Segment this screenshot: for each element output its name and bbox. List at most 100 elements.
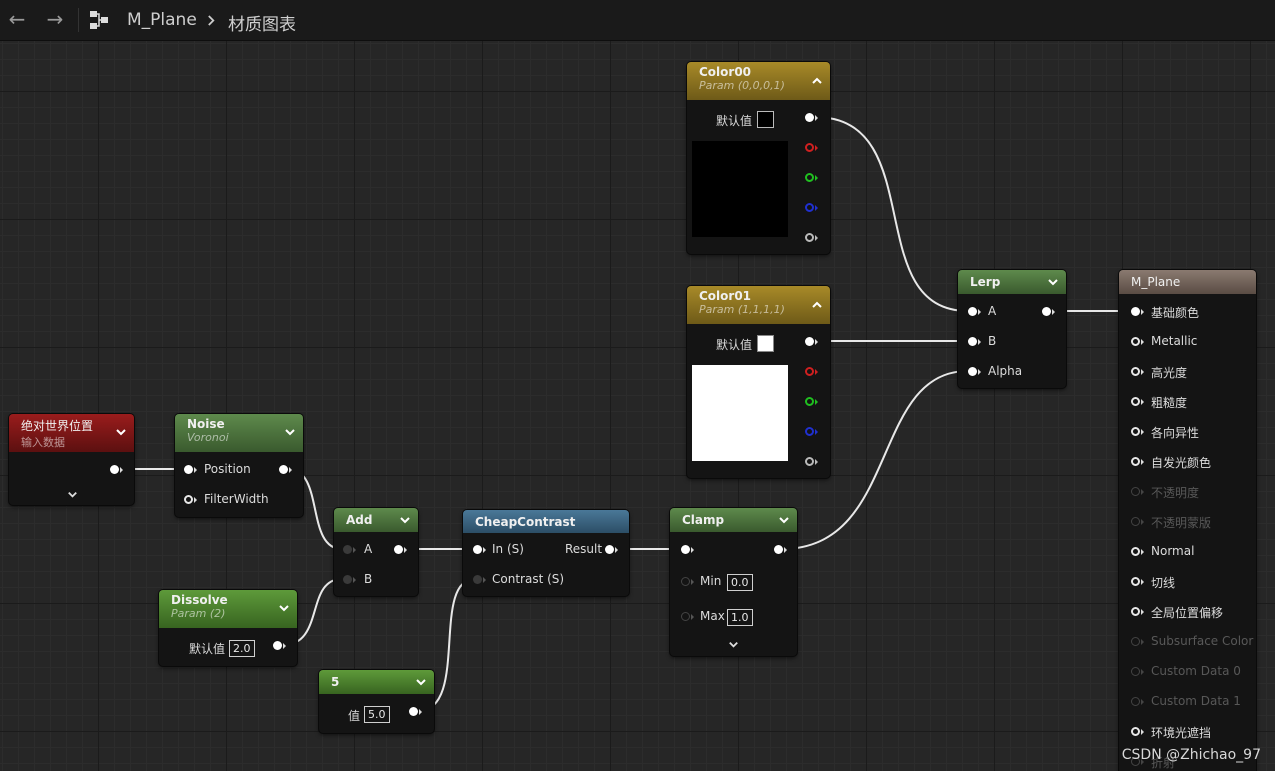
node-color00-header[interactable]: Color00 Param (0,0,0,1) — [687, 62, 830, 100]
breadcrumb-asset[interactable]: M_Plane — [127, 10, 197, 30]
noise-output-pin[interactable] — [279, 465, 288, 474]
arrow-icon — [1141, 519, 1144, 525]
clamp-input-pin[interactable] — [681, 545, 690, 554]
filterwidth-input-pin[interactable] — [184, 495, 193, 504]
result-input-pin[interactable] — [1131, 547, 1140, 556]
b-output-pin[interactable] — [805, 203, 814, 212]
material-graph-canvas[interactable]: Color00 Param (0,0,0,1) 默认值 Color01 Para… — [0, 0, 1275, 771]
arrow-icon — [615, 547, 618, 553]
node-lerp-header[interactable]: Lerp — [958, 270, 1066, 294]
r-output-pin[interactable] — [805, 143, 814, 152]
expand-chevron-icon[interactable] — [727, 638, 740, 651]
g-output-pin[interactable] — [805, 397, 814, 406]
in-input-pin[interactable] — [473, 545, 482, 554]
output-pin[interactable] — [110, 465, 119, 474]
result-input-pin[interactable] — [1131, 457, 1140, 466]
node-noise-header[interactable]: Noise Voronoi — [175, 414, 303, 452]
min-input-pin[interactable] — [681, 577, 690, 586]
node-constant-header[interactable]: 5 — [319, 670, 434, 694]
chevron-down-icon[interactable] — [1046, 275, 1060, 289]
arrow-left-icon[interactable]: ← — [6, 8, 28, 30]
add-output-pin[interactable] — [394, 545, 403, 554]
b-input-pin[interactable] — [343, 575, 352, 584]
default-value-field[interactable]: 2.0 — [229, 640, 255, 657]
contrast-input-pin[interactable] — [473, 575, 482, 584]
result-input-pin[interactable] — [1131, 727, 1140, 736]
result-input-pin[interactable] — [1131, 607, 1140, 616]
chevron-up-icon[interactable] — [810, 298, 824, 312]
b-input-pin[interactable] — [968, 337, 977, 346]
arrow-right-icon[interactable]: → — [44, 8, 66, 30]
chevron-down-icon[interactable] — [283, 425, 297, 439]
result-input-pin[interactable] — [1131, 667, 1140, 676]
constant-output-pin[interactable] — [409, 707, 418, 716]
node-subtitle: Param (1,1,1,1) — [699, 303, 785, 316]
arrow-icon — [1141, 429, 1144, 435]
result-input-pin[interactable] — [1131, 517, 1140, 526]
chevron-down-icon[interactable] — [398, 513, 412, 527]
node-absolute-world-position[interactable]: 绝对世界位置 输入数据 — [9, 414, 134, 505]
node-worldpos-header[interactable]: 绝对世界位置 输入数据 — [9, 414, 134, 452]
node-constant[interactable]: 5 值 5.0 — [319, 670, 434, 733]
chevron-up-icon[interactable] — [810, 74, 824, 88]
node-material-result[interactable]: M_Plane 基础颜色 Metallic 高光度 粗糙度 各向异性 自发光颜色 不透明度不… — [1119, 270, 1256, 771]
lerp-output-pin[interactable] — [1042, 307, 1051, 316]
node-dissolve-header[interactable]: Dissolve Param (2) — [159, 590, 297, 628]
node-cheapcontrast[interactable]: CheapContrast In (S) Result Contrast (S) — [463, 510, 629, 596]
arrow-icon — [1141, 459, 1144, 465]
g-output-pin[interactable] — [805, 173, 814, 182]
max-label: Max — [700, 609, 725, 623]
arrow-icon — [815, 369, 818, 375]
alpha-input-pin[interactable] — [968, 367, 977, 376]
result-input-pin[interactable] — [1131, 337, 1140, 346]
node-color00[interactable]: Color00 Param (0,0,0,1) 默认值 — [687, 62, 830, 254]
position-input-pin[interactable] — [184, 465, 193, 474]
chevron-down-icon[interactable] — [277, 601, 291, 615]
result-input-pin[interactable] — [1131, 427, 1140, 436]
min-value-field[interactable]: 0.0 — [727, 574, 753, 591]
chevron-down-icon[interactable] — [414, 675, 428, 689]
node-clamp[interactable]: Clamp Min 0.0 Max 1.0 — [670, 508, 797, 656]
a-input-pin[interactable] — [968, 307, 977, 316]
result-input-pin[interactable] — [1131, 397, 1140, 406]
max-input-pin[interactable] — [681, 612, 690, 621]
node-add-header[interactable]: Add — [334, 508, 418, 532]
node-dissolve[interactable]: Dissolve Param (2) 默认值 2.0 — [159, 590, 297, 666]
node-lerp[interactable]: Lerp A B Alpha — [958, 270, 1066, 388]
rgba-output-pin[interactable] — [805, 113, 814, 122]
clamp-output-pin[interactable] — [774, 545, 783, 554]
node-color01-header[interactable]: Color01 Param (1,1,1,1) — [687, 286, 830, 324]
rgba-output-pin[interactable] — [805, 337, 814, 346]
a-output-pin[interactable] — [805, 233, 814, 242]
node-title: 5 — [331, 675, 340, 689]
expand-chevron-icon[interactable] — [66, 488, 79, 501]
node-result-header[interactable]: M_Plane — [1119, 270, 1256, 294]
max-value-field[interactable]: 1.0 — [727, 609, 753, 626]
color-swatch[interactable] — [757, 111, 774, 128]
dissolve-output-pin[interactable] — [273, 641, 282, 650]
value-field[interactable]: 5.0 — [364, 706, 390, 723]
result-input-pin[interactable] — [1131, 577, 1140, 586]
breadcrumb-page[interactable]: 材质图表 — [228, 10, 296, 35]
result-input-pin[interactable] — [1131, 637, 1140, 646]
node-subtitle: Param (0,0,0,1) — [699, 79, 785, 92]
color-swatch[interactable] — [757, 335, 774, 352]
node-cheapcontrast-header[interactable]: CheapContrast — [463, 510, 629, 533]
graph-toolbar: ← → M_Plane 材质图表 — [0, 0, 1275, 41]
node-title: 绝对世界位置 — [21, 419, 94, 433]
chevron-down-icon[interactable] — [114, 425, 128, 439]
result-input-pin[interactable] — [1131, 697, 1140, 706]
b-output-pin[interactable] — [805, 427, 814, 436]
node-add[interactable]: Add A B — [334, 508, 418, 596]
r-output-pin[interactable] — [805, 367, 814, 376]
chevron-down-icon[interactable] — [777, 513, 791, 527]
result-output-pin[interactable] — [605, 545, 614, 554]
node-noise[interactable]: Noise Voronoi Position FilterWidth — [175, 414, 303, 517]
node-clamp-header[interactable]: Clamp — [670, 508, 797, 532]
a-output-pin[interactable] — [805, 457, 814, 466]
result-input-pin[interactable] — [1131, 307, 1140, 316]
result-input-pin[interactable] — [1131, 367, 1140, 376]
result-input-pin[interactable] — [1131, 487, 1140, 496]
node-color01[interactable]: Color01 Param (1,1,1,1) 默认值 — [687, 286, 830, 478]
a-input-pin[interactable] — [343, 545, 352, 554]
